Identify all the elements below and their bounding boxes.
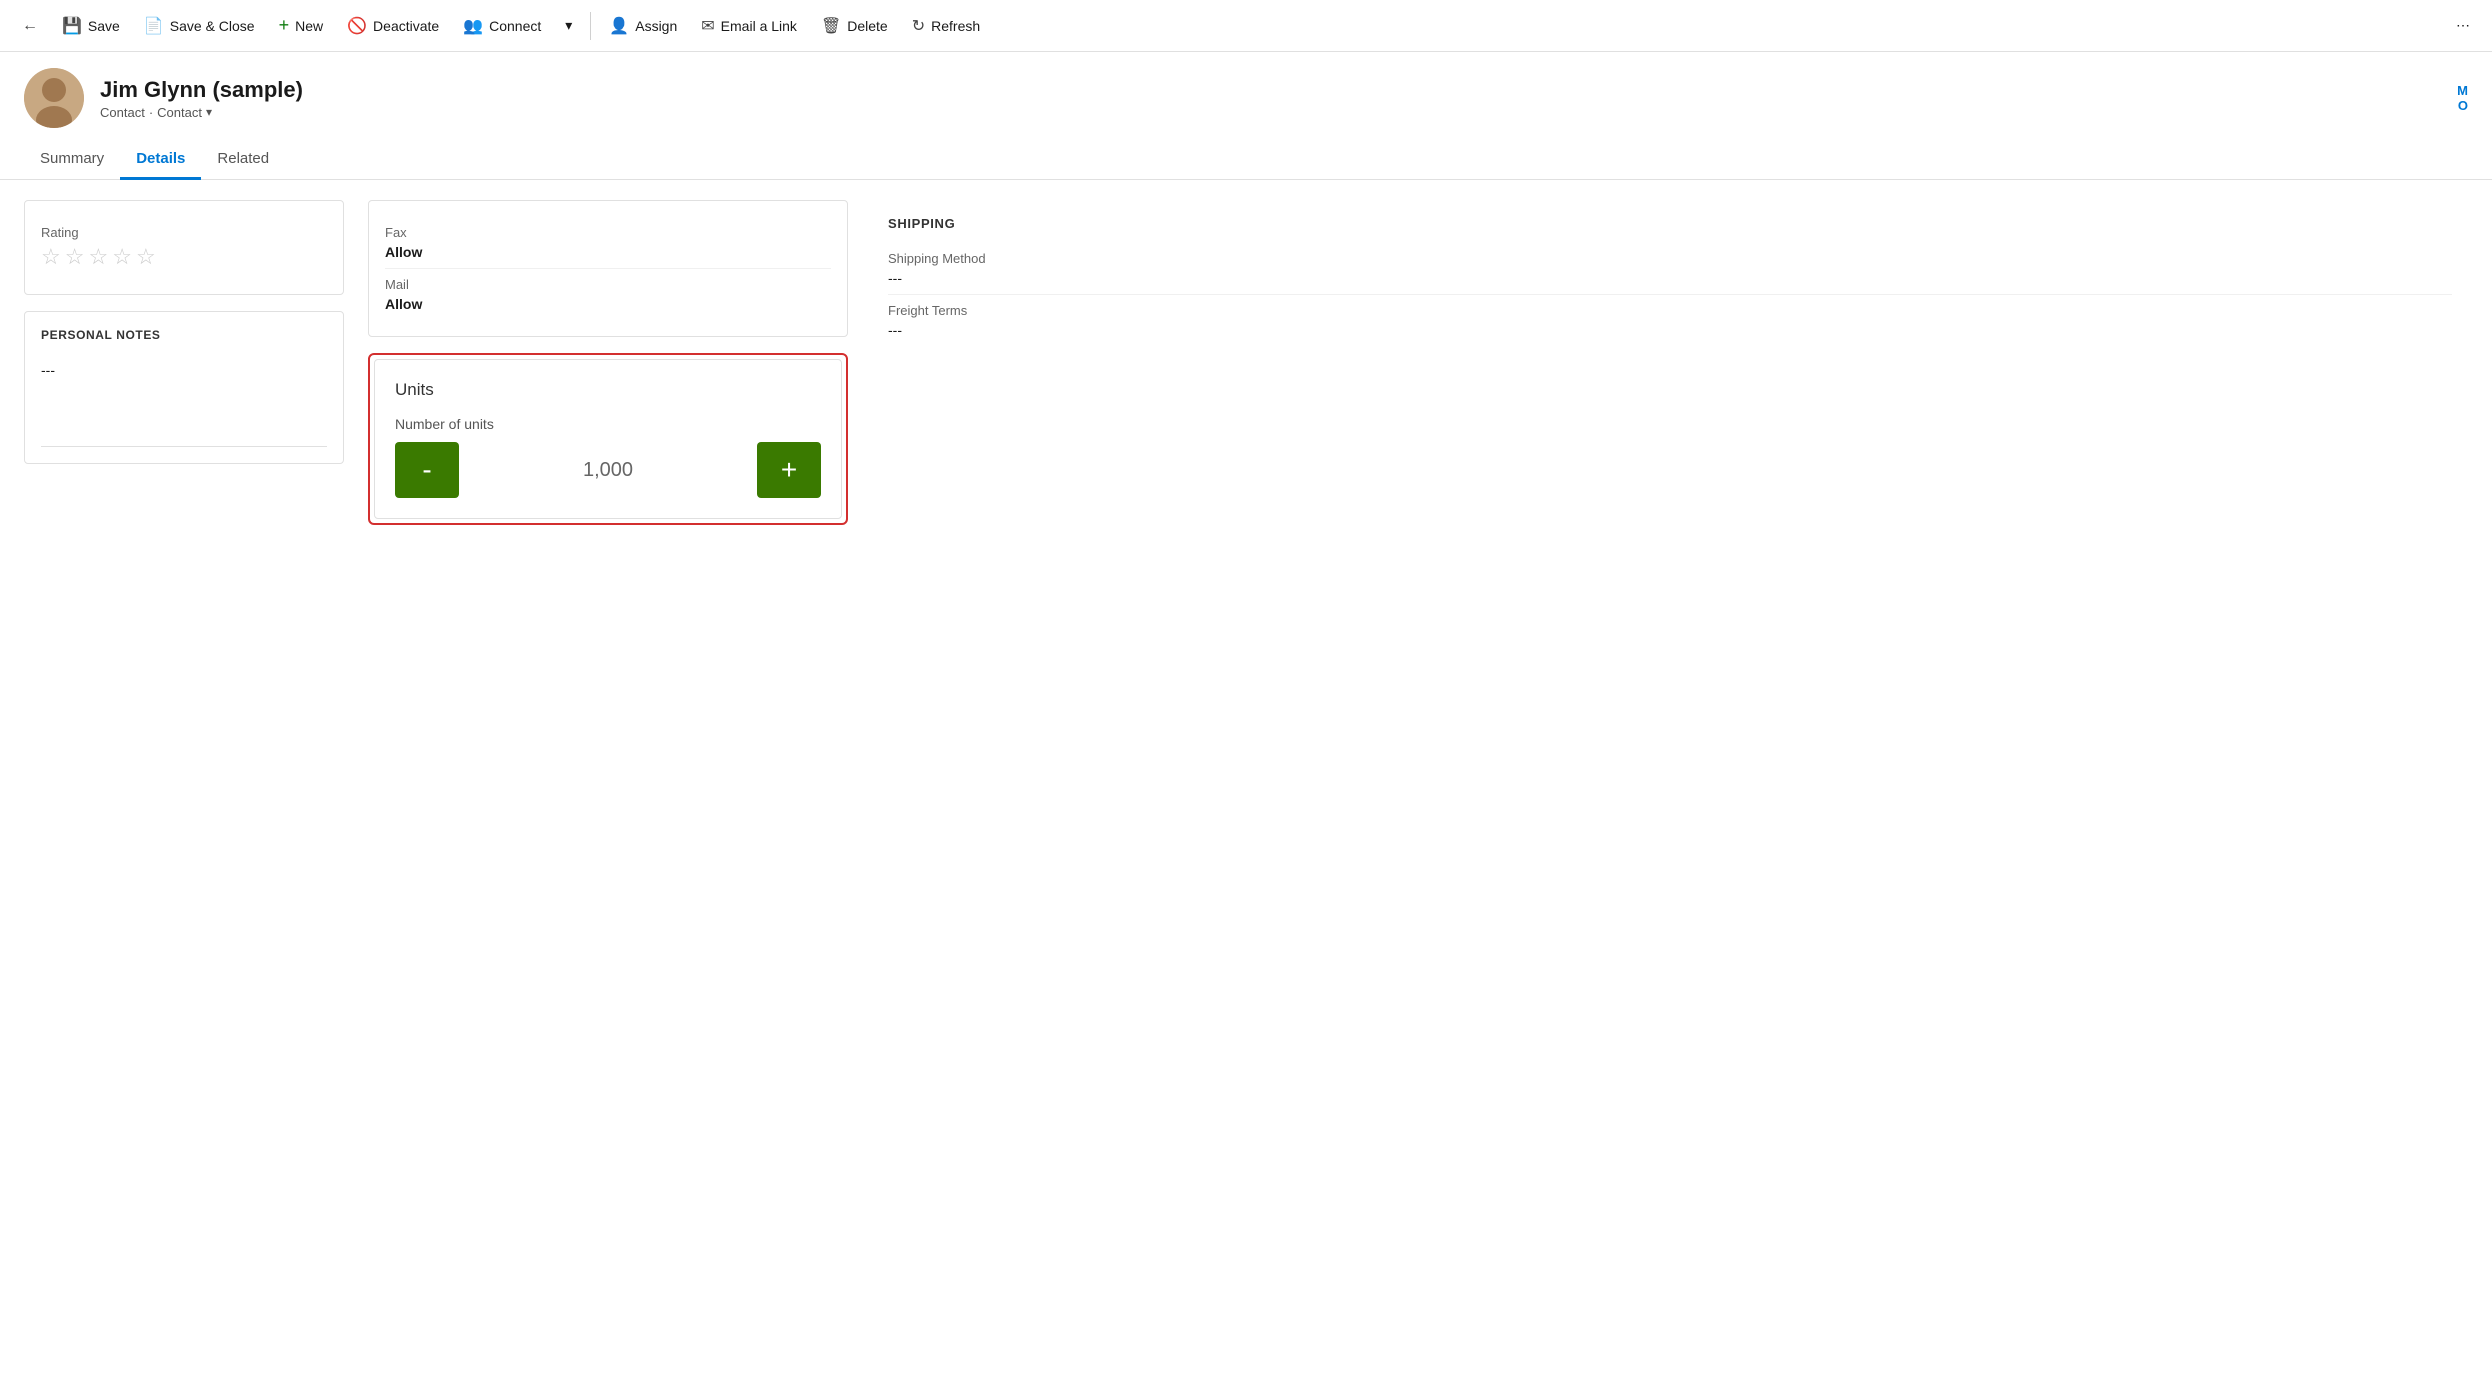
star-3[interactable]: ☆: [88, 244, 108, 270]
shipping-method-value: ---: [888, 270, 2452, 286]
delete-label: Delete: [847, 18, 887, 34]
rating-card: Rating ☆ ☆ ☆ ☆ ☆: [24, 200, 344, 295]
tabs-bar: Summary Details Related: [0, 140, 2492, 180]
corner-label2: O: [2458, 98, 2468, 113]
right-column: SHIPPING Shipping Method --- Freight Ter…: [872, 200, 2468, 362]
fax-label: Fax: [385, 225, 831, 240]
units-increment-button[interactable]: +: [757, 442, 821, 498]
units-card-wrapper: Units Number of units - 1,000 +: [368, 353, 848, 525]
units-decrement-button[interactable]: -: [395, 442, 459, 498]
connect-label: Connect: [489, 18, 541, 34]
units-field-label: Number of units: [395, 416, 821, 432]
email-link-label: Email a Link: [721, 18, 797, 34]
refresh-icon: ↻: [912, 16, 925, 36]
back-button[interactable]: ←: [12, 11, 48, 41]
personal-notes-value: ---: [41, 354, 327, 386]
freight-terms-value: ---: [888, 322, 2452, 338]
units-value: 1,000: [459, 459, 757, 482]
delete-button[interactable]: 🗑 Delete: [811, 10, 898, 42]
tab-details[interactable]: Details: [120, 140, 201, 180]
save-icon: 💾: [62, 16, 82, 36]
shipping-title: SHIPPING: [888, 216, 2452, 231]
save-close-icon: 📄: [144, 16, 164, 36]
mail-label: Mail: [385, 277, 831, 292]
more-button[interactable]: ⋯: [2446, 11, 2480, 40]
rating-field-row: Rating ☆ ☆ ☆ ☆ ☆: [41, 217, 327, 278]
toolbar: ← 💾 Save 📄 Save & Close + New 🚫 Deactiva…: [0, 0, 2492, 52]
mail-value: Allow: [385, 296, 831, 312]
tab-summary[interactable]: Summary: [24, 140, 120, 180]
tab-related[interactable]: Related: [201, 140, 285, 180]
middle-column: Fax Allow Mail Allow Units Number of uni…: [368, 200, 848, 525]
shipping-method-row: Shipping Method ---: [888, 243, 2452, 295]
deactivate-icon: 🚫: [347, 16, 367, 36]
deactivate-button[interactable]: 🚫 Deactivate: [337, 10, 449, 42]
email-link-button[interactable]: ✉ Email a Link: [691, 10, 807, 42]
record-type1: Contact: [100, 105, 145, 120]
record-info: Jim Glynn (sample) Contact · Contact ▾: [100, 77, 303, 120]
mail-field-row: Mail Allow: [385, 269, 831, 320]
contact-prefs-card: Fax Allow Mail Allow: [368, 200, 848, 337]
units-controls: - 1,000 +: [395, 442, 821, 498]
record-name: Jim Glynn (sample): [100, 77, 303, 103]
star-2[interactable]: ☆: [65, 244, 85, 270]
stars-container: ☆ ☆ ☆ ☆ ☆: [41, 244, 327, 270]
freight-terms-label: Freight Terms: [888, 303, 2452, 318]
save-close-button[interactable]: 📄 Save & Close: [134, 10, 265, 42]
rating-label: Rating: [41, 225, 327, 240]
shipping-method-label: Shipping Method: [888, 251, 2452, 266]
save-close-label: Save & Close: [170, 18, 255, 34]
dropdown-icon: ▾: [565, 17, 572, 34]
left-column: Rating ☆ ☆ ☆ ☆ ☆ PERSONAL NOTES ---: [24, 200, 344, 464]
new-button[interactable]: + New: [269, 9, 334, 42]
units-title: Units: [395, 380, 821, 400]
connect-icon: 👥: [463, 16, 483, 36]
main-content: Rating ☆ ☆ ☆ ☆ ☆ PERSONAL NOTES ---: [0, 180, 2492, 545]
personal-notes-card: PERSONAL NOTES ---: [24, 311, 344, 464]
freight-terms-row: Freight Terms ---: [888, 295, 2452, 346]
email-link-icon: ✉: [701, 16, 714, 36]
corner-label1: M: [2457, 83, 2468, 98]
corner-badge: M O: [2457, 83, 2468, 113]
new-icon: +: [279, 15, 290, 36]
assign-label: Assign: [635, 18, 677, 34]
refresh-label: Refresh: [931, 18, 980, 34]
refresh-button[interactable]: ↻ Refresh: [902, 10, 990, 42]
record-header: Jim Glynn (sample) Contact · Contact ▾ M…: [0, 52, 2492, 128]
avatar: [24, 68, 84, 128]
fax-field-row: Fax Allow: [385, 217, 831, 269]
connect-button[interactable]: 👥 Connect: [453, 10, 551, 42]
new-label: New: [295, 18, 323, 34]
star-4[interactable]: ☆: [112, 244, 132, 270]
save-button[interactable]: 💾 Save: [52, 10, 130, 42]
record-type-dropdown[interactable]: ▾: [206, 105, 212, 119]
personal-notes-title: PERSONAL NOTES: [41, 328, 327, 342]
connect-dropdown-button[interactable]: ▾: [555, 11, 582, 40]
star-1[interactable]: ☆: [41, 244, 61, 270]
delete-icon: 🗑: [821, 16, 841, 36]
record-type2: Contact: [157, 105, 202, 120]
more-icon: ⋯: [2456, 17, 2470, 34]
shipping-section: SHIPPING Shipping Method --- Freight Ter…: [872, 200, 2468, 362]
personal-notes-text: ---: [41, 362, 55, 378]
deactivate-label: Deactivate: [373, 18, 439, 34]
assign-icon: 👤: [609, 16, 629, 36]
fax-value: Allow: [385, 244, 831, 260]
record-subtitle: Contact · Contact ▾: [100, 105, 303, 120]
assign-button[interactable]: 👤 Assign: [599, 10, 687, 42]
back-icon: ←: [22, 17, 38, 35]
toolbar-divider: [590, 12, 591, 40]
star-5[interactable]: ☆: [136, 244, 156, 270]
save-label: Save: [88, 18, 120, 34]
units-card: Units Number of units - 1,000 +: [374, 359, 842, 519]
plus-label: +: [781, 454, 797, 486]
minus-label: -: [422, 454, 431, 486]
